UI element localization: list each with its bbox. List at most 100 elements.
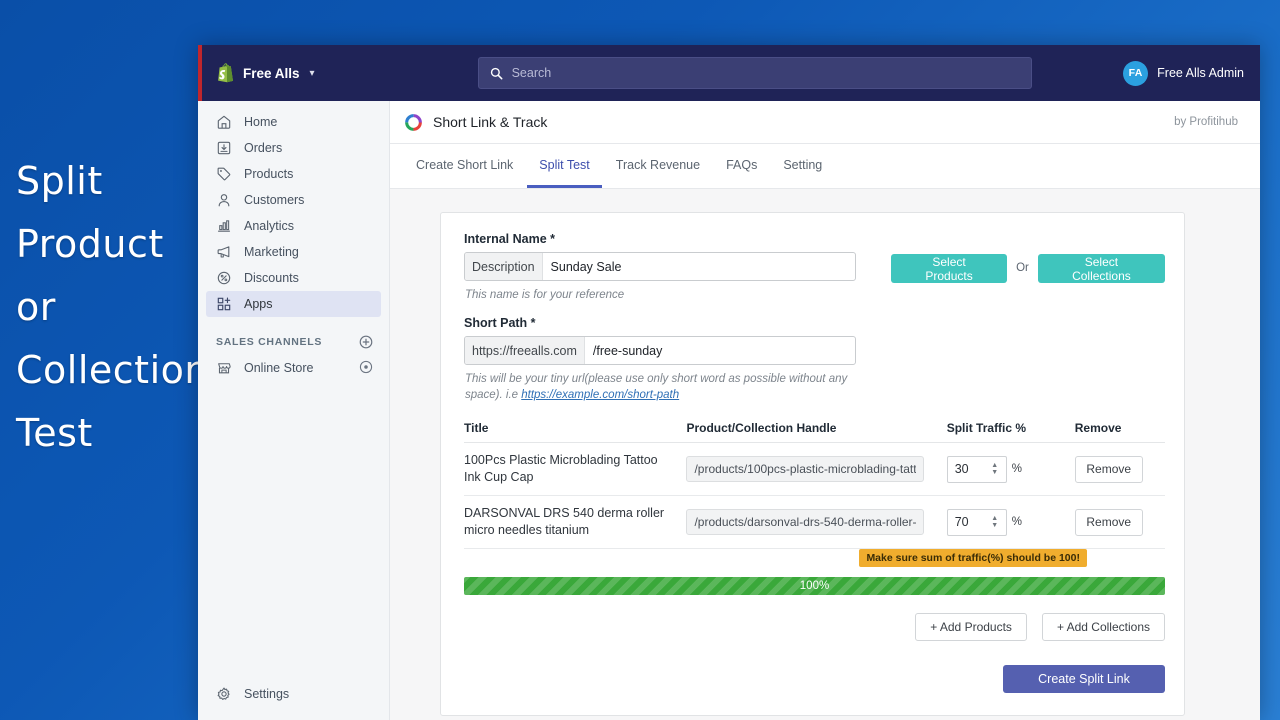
user-menu[interactable]: FA Free Alls Admin (1123, 60, 1260, 86)
megaphone-icon (216, 244, 232, 260)
remove-button[interactable]: Remove (1074, 508, 1143, 536)
tab-bar: Create Short Link Split Test Track Reven… (390, 144, 1260, 189)
select-collections-button[interactable]: Select Collections (1037, 254, 1165, 283)
user-name: Free Alls Admin (1157, 66, 1244, 80)
warning-row: Make sure sum of traffic(%) should be 10… (464, 549, 1165, 569)
sidebar-item-products[interactable]: Products (206, 161, 381, 187)
table-row: DARSONVAL DRS 540 derma roller micro nee… (464, 495, 1165, 549)
store-icon (216, 360, 232, 376)
row-title: 100Pcs Plastic Microblading Tattoo Ink C… (464, 442, 687, 496)
add-products-button[interactable]: + Add Products (915, 613, 1027, 641)
sidebar-item-customers[interactable]: Customers (206, 187, 381, 213)
sidebar-item-label: Settings (244, 687, 290, 701)
sidebar-item-label: Apps (244, 297, 273, 311)
orders-icon (216, 140, 232, 156)
table-row: 100Pcs Plastic Microblading Tattoo Ink C… (464, 442, 1165, 496)
row-split-cell: 30 ▲ ▼ % (946, 442, 1075, 496)
sidebar-item-orders[interactable]: Orders (206, 135, 381, 161)
create-row: Create Split Link (464, 665, 1165, 693)
app-logo-icon (404, 113, 423, 132)
sidebar-item-settings[interactable]: Settings (198, 686, 389, 702)
search-placeholder: Search (511, 66, 552, 80)
short-path-input[interactable] (584, 337, 855, 364)
or-label: Or (1016, 262, 1029, 274)
shopify-logo-icon (214, 62, 235, 85)
internal-name-input[interactable] (542, 253, 855, 280)
promo-line: Product (16, 222, 164, 266)
row-handle-input[interactable] (686, 456, 925, 482)
sidebar-item-apps[interactable]: Apps (206, 291, 381, 317)
app-header: Short Link & Track by Profitihub (390, 101, 1260, 144)
short-path-label: Short Path * (464, 316, 536, 330)
column-header-split: Split Traffic % (946, 421, 1075, 443)
sidebar-item-discounts[interactable]: Discounts (206, 265, 381, 291)
promo-line: Collection (16, 348, 209, 392)
search-input[interactable]: Search (477, 57, 1032, 89)
app-author: by Profitihub (1174, 116, 1238, 128)
split-table: Title Product/Collection Handle Split Tr… (464, 421, 1165, 549)
stepper-arrows-icon[interactable]: ▲ ▼ (988, 462, 1002, 476)
internal-name-group: Description (464, 252, 856, 281)
internal-name-label: Internal Name * (464, 232, 556, 246)
short-path-prefix: https://freealls.com (465, 337, 585, 364)
row-handle-cell (686, 495, 947, 549)
row-handle-input[interactable] (686, 509, 925, 535)
internal-name-prefix: Description (465, 253, 543, 280)
person-icon (216, 192, 232, 208)
shopify-admin-window: Free Alls ▾ Search FA Free Alls Admin Ho… (198, 45, 1260, 720)
top-bar: Free Alls ▾ Search FA Free Alls Admin (198, 45, 1260, 101)
split-test-card: Internal Name * Description This name is… (440, 212, 1185, 716)
split-traffic-stepper[interactable]: 30 ▲ ▼ (946, 455, 1007, 483)
select-products-button[interactable]: Select Products (891, 254, 1008, 283)
row-title: DARSONVAL DRS 540 derma roller micro nee… (464, 495, 687, 549)
sidebar-item-label: Analytics (244, 219, 295, 233)
app-title: Short Link & Track (433, 114, 548, 130)
stepper-arrows-icon[interactable]: ▲ ▼ (988, 515, 1002, 529)
apps-icon (216, 296, 232, 312)
sidebar-item-online-store[interactable]: Online Store (206, 355, 381, 381)
short-path-helper: This will be your tiny url(please use on… (465, 371, 853, 403)
sidebar-item-label: Customers (244, 193, 305, 207)
row-remove-cell: Remove (1074, 442, 1165, 496)
sidebar-item-home[interactable]: Home (206, 109, 381, 135)
sidebar: Home Orders Products Customers Analytics… (198, 101, 390, 720)
add-channel-icon[interactable] (359, 335, 373, 349)
sidebar-item-label: Marketing (244, 245, 299, 259)
tab-split-test[interactable]: Split Test (527, 144, 602, 188)
remove-button[interactable]: Remove (1074, 455, 1143, 483)
split-traffic-value: 30 (954, 462, 969, 476)
search-container: Search (386, 57, 1123, 89)
sidebar-item-marketing[interactable]: Marketing (206, 239, 381, 265)
split-traffic-value: 70 (954, 515, 969, 529)
internal-name-helper: This name is for your reference (465, 289, 625, 301)
main-panel: Short Link & Track by Profitihub Create … (390, 101, 1260, 720)
sidebar-item-label: Orders (244, 141, 283, 155)
example-url-link[interactable]: https://example.com/short-path (521, 389, 679, 401)
sidebar-item-label: Home (244, 115, 278, 129)
add-collections-button[interactable]: + Add Collections (1041, 613, 1165, 641)
add-buttons-row: + Add Products + Add Collections (464, 613, 1165, 641)
home-icon (216, 114, 232, 130)
gear-icon (216, 686, 232, 702)
create-split-link-button[interactable]: Create Split Link (1003, 665, 1165, 693)
tab-faqs[interactable]: FAQs (714, 144, 769, 188)
form-left-column: Internal Name * Description This name is… (464, 232, 856, 416)
promo-line: Test (16, 411, 93, 455)
tab-setting[interactable]: Setting (771, 144, 834, 188)
tab-track-revenue[interactable]: Track Revenue (604, 144, 712, 188)
sidebar-item-label: Products (244, 167, 294, 181)
tab-create-short-link[interactable]: Create Short Link (404, 144, 525, 188)
row-split-cell: 70 ▲ ▼ % (946, 495, 1075, 549)
form-right-column: Select Products Or Select Collections (856, 232, 1165, 416)
column-header-handle: Product/Collection Handle (686, 421, 947, 443)
column-header-remove: Remove (1074, 421, 1165, 443)
table-header-row: Title Product/Collection Handle Split Tr… (464, 421, 1165, 443)
row-handle-cell (686, 442, 947, 496)
traffic-sum-warning: Make sure sum of traffic(%) should be 10… (859, 549, 1087, 567)
search-icon (490, 67, 503, 80)
store-switcher[interactable]: Free Alls ▾ (198, 62, 386, 85)
sidebar-item-analytics[interactable]: Analytics (206, 213, 381, 239)
bar-chart-icon (216, 218, 232, 234)
split-traffic-stepper[interactable]: 70 ▲ ▼ (946, 508, 1007, 536)
preview-eye-icon[interactable] (359, 360, 373, 377)
